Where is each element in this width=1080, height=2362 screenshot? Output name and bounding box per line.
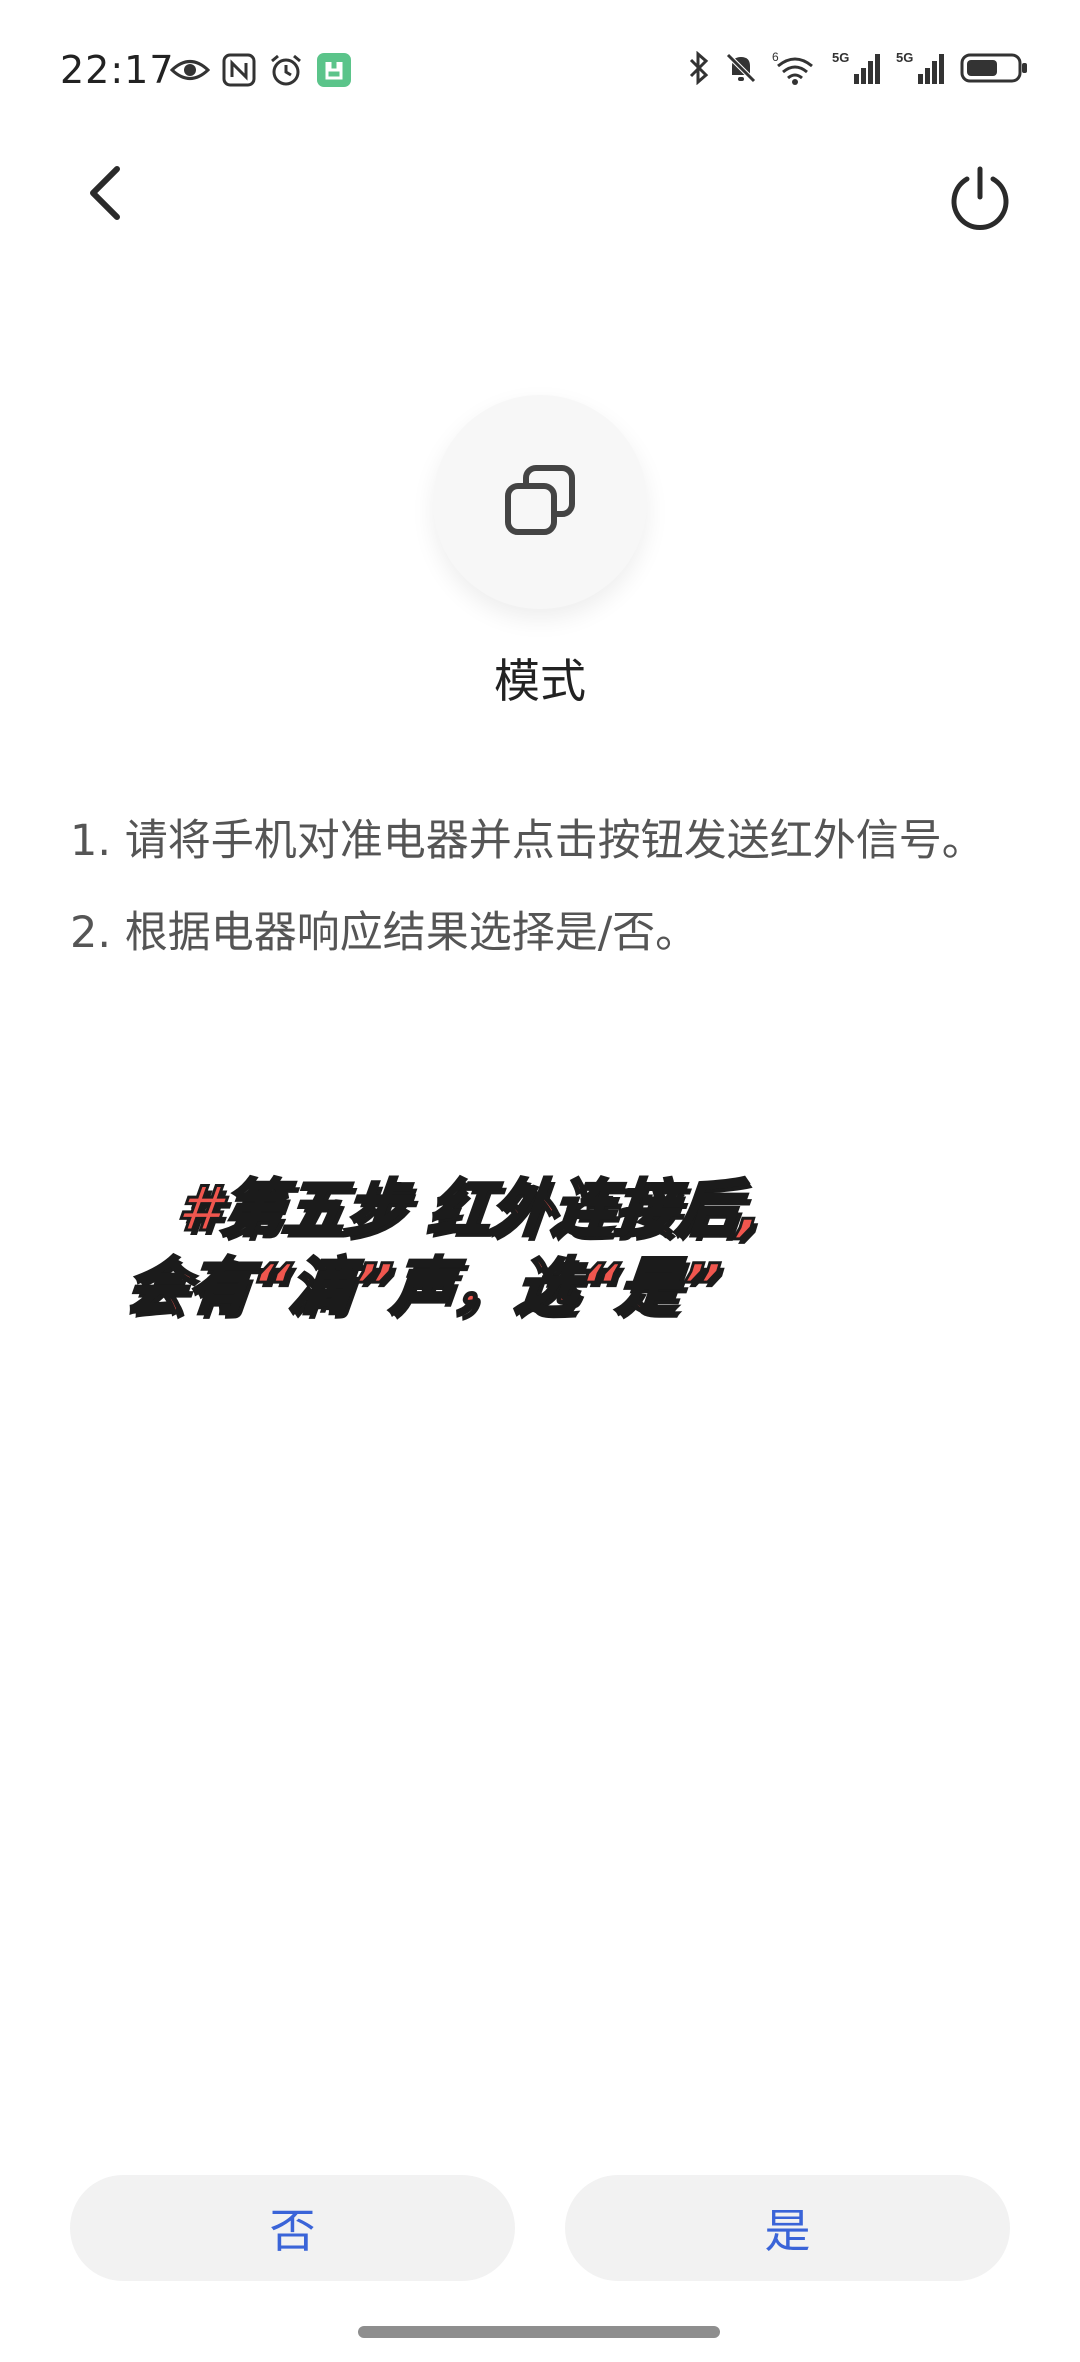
battery-icon <box>960 50 1030 86</box>
status-bar: 22:17 6 5G 5G <box>0 0 1080 140</box>
alarm-icon <box>268 52 304 88</box>
no-button[interactable]: 否 <box>70 2175 515 2281</box>
overlay-line-2: 会有“滴”声，选“是” <box>121 1249 725 1325</box>
copy-squares-icon <box>502 462 578 542</box>
eye-icon <box>170 57 210 83</box>
wifi-icon: 6 <box>772 50 818 86</box>
home-indicator[interactable] <box>358 2326 720 2338</box>
power-icon <box>947 165 1013 235</box>
back-button[interactable] <box>70 160 140 230</box>
mode-label: 模式 <box>494 654 586 708</box>
wifi-label: 6 <box>772 50 779 64</box>
status-right-icons: 6 5G 5G <box>688 50 1030 86</box>
signal-5g-icon: 5G <box>896 50 946 86</box>
status-time: 22:17 <box>60 48 175 92</box>
mode-button[interactable] <box>433 395 647 609</box>
mute-bell-icon <box>724 51 758 85</box>
overlay-line-1: #第五步 红外连接后, <box>173 1171 768 1247</box>
instruction-step-2: 2. 根据电器响应结果选择是/否。 <box>70 908 699 958</box>
chevron-left-icon <box>83 163 127 227</box>
status-left-icons <box>170 52 352 88</box>
bluetooth-icon <box>688 51 710 85</box>
network-label: 5G <box>832 50 849 65</box>
nfc-icon <box>222 53 256 87</box>
tutorial-overlay-caption: #第五步 红外连接后, 会有“滴”声，选“是” <box>121 1170 998 1326</box>
instruction-step-1: 1. 请将手机对准电器并点击按钮发送红外信号。 <box>70 816 985 866</box>
power-button[interactable] <box>940 160 1020 240</box>
instructions: 1. 请将手机对准电器并点击按钮发送红外信号。 2. 根据电器响应结果选择是/否… <box>70 795 1020 979</box>
yes-button[interactable]: 是 <box>565 2175 1010 2281</box>
signal-5g-icon: 5G <box>832 50 882 86</box>
network-label: 5G <box>896 50 913 65</box>
mi-home-app-icon <box>316 52 352 88</box>
